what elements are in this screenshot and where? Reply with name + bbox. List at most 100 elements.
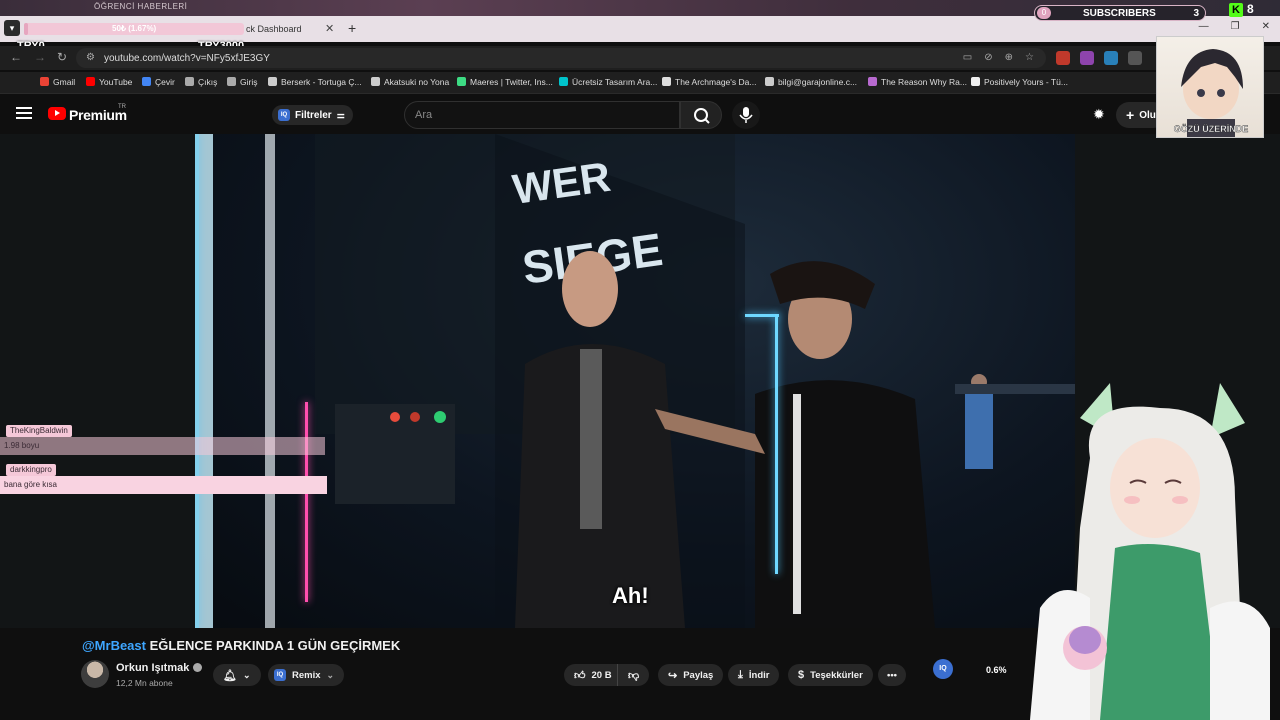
site-info-icon[interactable]: ⚙ — [86, 52, 95, 63]
bookmark-item[interactable]: Çıkış — [185, 77, 217, 87]
extension-purple-icon[interactable] — [1080, 51, 1094, 65]
like-button[interactable]: 👍︎ 20 B — [564, 664, 622, 686]
kick-count: 8 — [1247, 2, 1254, 16]
video-hashtag[interactable]: @MrBeast — [82, 638, 146, 653]
bookmark-item[interactable]: Çevir — [142, 77, 175, 87]
search-button[interactable] — [680, 101, 722, 129]
gmail-icon — [40, 77, 49, 86]
url-text[interactable]: youtube.com/watch?v=NFy5xfJE3GY — [104, 53, 270, 64]
neon-light — [745, 314, 779, 317]
filters-label: Filtreler — [295, 109, 332, 121]
plus-icon: + — [1126, 107, 1135, 123]
more-actions-button[interactable]: ••• — [878, 664, 906, 686]
chevron-down-icon: ⌄ — [242, 669, 251, 680]
chat-message: 1.98 boyu — [0, 437, 325, 455]
url-field[interactable]: ⚙ youtube.com/watch?v=NFy5xfJE3GY ▭ ⊘ ⊕ … — [76, 48, 1046, 68]
close-window-icon[interactable]: ✕ — [1262, 21, 1270, 32]
positively-icon — [971, 77, 980, 86]
bookmark-item[interactable]: Ücretsiz Tasarım Ara... — [559, 77, 657, 87]
like-count: 20 B — [591, 669, 612, 681]
back-icon[interactable]: ← — [10, 50, 22, 64]
filters-button[interactable]: IQ Filtreler ⚌ — [272, 105, 353, 125]
video-title-text: EĞLENCE PARKINDA 1 GÜN GEÇİRMEK — [145, 638, 401, 653]
subscriber-widget: 0 SUBSCRIBERS 3 — [1034, 5, 1206, 21]
anime-avatar-image: GÖZÜ ÜZERİNDE — [1174, 49, 1248, 137]
minimize-icon[interactable]: — — [1199, 21, 1209, 32]
tab-title[interactable]: ck Dashboard — [246, 24, 302, 34]
forward-icon[interactable]: → — [34, 50, 46, 64]
neon-light — [195, 134, 199, 628]
thumbs-up-icon: 👍︎ — [574, 669, 586, 682]
share-label: Paylaş — [683, 669, 714, 681]
video-title: @MrBeast EĞLENCE PARKINDA 1 GÜN GEÇİRMEK — [82, 638, 400, 653]
search-input[interactable] — [404, 101, 680, 129]
channel-name[interactable]: Orkun Işıtmak — [116, 662, 203, 674]
share-button[interactable]: ↪ Paylaş — [658, 664, 724, 686]
maeres-icon — [457, 77, 466, 86]
voice-search-button[interactable] — [732, 101, 760, 129]
menu-icon[interactable] — [16, 107, 32, 119]
vtuber-character-image — [960, 383, 1270, 720]
bookmark-item[interactable]: The Archmage's Da... — [662, 77, 756, 87]
super-thanks-icon: $ — [798, 669, 805, 681]
microphone-icon — [739, 107, 753, 123]
eye-off-icon[interactable]: ⊘ — [984, 52, 992, 63]
donation-goal-fill — [24, 23, 28, 35]
video-subtitle: Ah! — [612, 583, 649, 608]
akatsuki-icon — [371, 77, 380, 86]
notifications-button[interactable]: 🔔︎ ⌄ — [213, 664, 261, 686]
extension-puzzle-icon[interactable] — [1128, 51, 1142, 65]
kick-icon: K — [1229, 3, 1243, 17]
bookmark-item[interactable]: Giriş — [227, 77, 257, 87]
remix-label: Remix — [292, 669, 321, 681]
reload-icon[interactable]: ↻ — [57, 50, 67, 64]
subscriber-count-text: 12,2 Mn abone — [116, 678, 173, 688]
ghost-title: ÖĞRENCİ HABERLERİ — [94, 2, 188, 11]
search-icon — [694, 108, 710, 124]
zoom-icon[interactable]: ⊕ — [1005, 52, 1013, 63]
bookmark-item[interactable]: Gmail — [40, 77, 75, 87]
create-label: Olu — [1139, 109, 1156, 121]
verified-icon — [193, 663, 203, 672]
bookmark-item[interactable]: Berserk - Tortuga Ç... — [268, 77, 362, 87]
channel-avatar[interactable] — [81, 660, 109, 688]
bookmark-item[interactable]: bilgi@garajonline.c... — [765, 77, 857, 87]
close-tab-icon[interactable]: ✕ — [325, 22, 334, 35]
bookmark-item[interactable]: Maeres | Twitter, Ins... — [457, 77, 553, 87]
subscriber-left-count: 0 — [1037, 7, 1051, 19]
subscriber-count: 3 — [1193, 8, 1199, 19]
dislike-button[interactable]: 👎︎ — [617, 664, 650, 686]
stream-screen: ÖĞRENCİ HABERLERİ ▾ 50₺ (1.67%) ck Dashb… — [0, 0, 1280, 720]
login-icon — [227, 77, 236, 86]
bookmark-item[interactable]: YouTube — [86, 77, 132, 87]
neon-light — [305, 402, 308, 602]
thanks-button[interactable]: $ Teşekkürler — [788, 664, 873, 686]
cast-icon[interactable]: ▭ — [963, 52, 972, 63]
youtube-logo-icon[interactable] — [48, 107, 66, 120]
globe-icon — [765, 77, 774, 86]
settings-gear-icon[interactable]: ✹ — [1093, 106, 1105, 123]
thumbs-down-icon: 👎︎ — [628, 669, 640, 682]
donation-goal-text: 50₺ (1.67%) — [112, 24, 157, 33]
chat-username: TheKingBaldwin — [6, 425, 72, 437]
subscriber-label: SUBSCRIBERS — [1083, 8, 1156, 19]
download-button[interactable]: ⤓ İndir — [728, 664, 780, 686]
video-player[interactable]: WER SIEGE — [195, 134, 1075, 628]
download-label: İndir — [748, 669, 770, 681]
iq-floating-icon[interactable]: IQ — [933, 659, 953, 679]
video-frame: WER SIEGE — [195, 134, 1075, 628]
bookmark-item[interactable]: Positively Yours - Tü... — [971, 77, 1068, 87]
extension-blue-icon[interactable] — [1104, 51, 1118, 65]
new-tab-button[interactable]: + — [348, 20, 356, 36]
maximize-icon[interactable]: ❐ — [1231, 21, 1240, 32]
chat-username: darkkingpro — [6, 464, 56, 476]
bookmark-item[interactable]: Akatsuki no Yona — [371, 77, 449, 87]
neon-light — [775, 314, 778, 574]
canva-icon — [559, 77, 568, 86]
bookmark-item[interactable]: The Reason Why Ra... — [868, 77, 967, 87]
youtube-icon — [86, 77, 95, 86]
tab-search-button[interactable]: ▾ — [4, 20, 20, 36]
remix-button[interactable]: IQ Remix ⌄ — [268, 664, 345, 686]
bookmark-star-icon[interactable]: ☆ — [1025, 52, 1034, 63]
extension-adblock-icon[interactable] — [1056, 51, 1070, 65]
